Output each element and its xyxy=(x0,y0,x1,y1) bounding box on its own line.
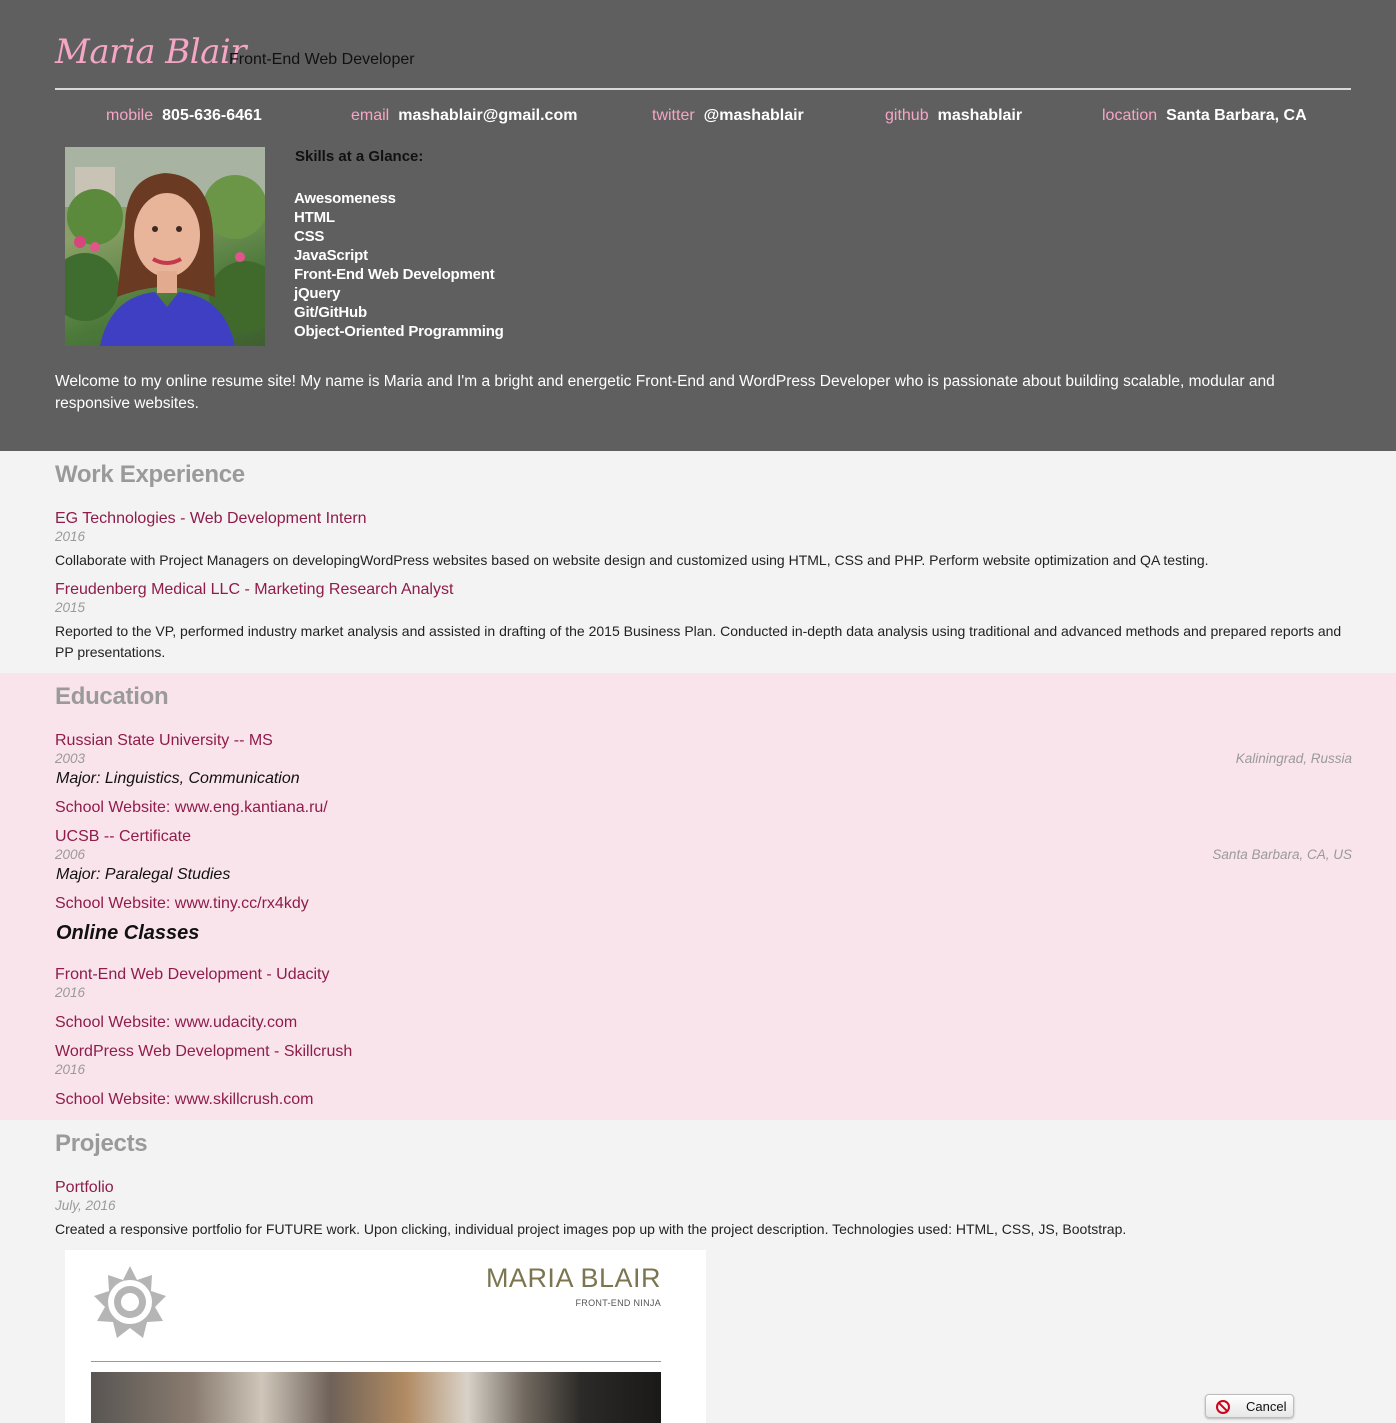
skill-item: Awesomeness xyxy=(294,190,396,207)
education-section-title: Education xyxy=(55,683,169,710)
sun-logo-icon xyxy=(94,1266,166,1338)
school-date: 2003 xyxy=(55,751,86,766)
project-image-brand: MARIA BLAIR xyxy=(485,1263,661,1293)
contact-email[interactable]: email mashablair@gmail.com xyxy=(351,107,577,125)
contact-label: location xyxy=(1102,107,1158,124)
school-date: 2006 xyxy=(55,847,86,862)
job-date: 2016 xyxy=(55,529,86,544)
project-screenshot[interactable]: MARIA BLAIR FRONT-END NINJA xyxy=(65,1250,706,1423)
skill-item: jQuery xyxy=(294,285,341,302)
contact-value: 805-636-6461 xyxy=(162,107,262,124)
welcome-message: Welcome to my online resume site! My nam… xyxy=(55,373,1275,412)
online-class-date: 2016 xyxy=(55,985,86,1000)
job-description: Reported to the VP, performed industry m… xyxy=(55,623,1342,660)
work-section-title: Work Experience xyxy=(55,461,245,488)
skill-item: Front-End Web Development xyxy=(294,266,495,283)
contact-value: @mashablair xyxy=(703,107,804,124)
contact-github[interactable]: github mashablair xyxy=(885,107,1022,125)
school-website-link[interactable]: School Website: www.eng.kantiana.ru/ xyxy=(55,799,328,817)
contact-twitter[interactable]: twitter @mashablair xyxy=(652,107,804,125)
contact-bar: mobile 805-636-6461 email mashablair@gmail… xyxy=(0,107,1396,131)
school-title[interactable]: Russian State University -- MS xyxy=(55,732,273,750)
project-title[interactable]: Portfolio xyxy=(55,1179,114,1197)
kittens-photo xyxy=(91,1372,661,1423)
online-class-title[interactable]: Front-End Web Development - Udacity xyxy=(55,966,329,984)
contact-value: mashablair@gmail.com xyxy=(398,107,578,124)
skill-item: HTML xyxy=(294,209,335,226)
online-class-date: 2016 xyxy=(55,1062,86,1077)
profile-photo xyxy=(65,147,265,346)
contact-location: location Santa Barbara, CA xyxy=(1102,107,1307,125)
project-description: Created a responsive portfolio for FUTUR… xyxy=(55,1221,1127,1237)
school-location: Santa Barbara, CA, US xyxy=(1212,847,1352,862)
project-date: July, 2016 xyxy=(55,1198,116,1213)
project-image-subtitle: FRONT-END NINJA xyxy=(575,1298,661,1308)
prohibited-icon xyxy=(1216,1400,1230,1414)
project-image-divider xyxy=(91,1361,661,1362)
skill-item: JavaScript xyxy=(294,247,368,264)
site-name: Maria Blair xyxy=(55,32,247,72)
online-class-website-link[interactable]: School Website: www.skillcrush.com xyxy=(55,1091,313,1109)
skill-item: Git/GitHub xyxy=(294,304,367,321)
job-title[interactable]: Freudenberg Medical LLC - Marketing Rese… xyxy=(55,581,453,599)
header: Maria Blair Front-End Web Developer mobi… xyxy=(0,0,1396,451)
role-title: Front-End Web Developer xyxy=(229,51,415,68)
school-major: Major: Paralegal Studies xyxy=(56,866,231,883)
contact-mobile[interactable]: mobile 805-636-6461 xyxy=(106,107,262,125)
cancel-label: Cancel xyxy=(1246,1399,1287,1414)
contact-value: mashablair xyxy=(937,107,1023,124)
contact-label: email xyxy=(351,107,390,124)
contact-value: Santa Barbara, CA xyxy=(1166,107,1307,124)
school-location: Kaliningrad, Russia xyxy=(1235,751,1352,766)
school-major: Major: Linguistics, Communication xyxy=(56,770,300,787)
projects-section-title: Projects xyxy=(55,1130,148,1157)
contact-label: github xyxy=(885,107,929,124)
profile-photo-art xyxy=(65,147,265,346)
job-title[interactable]: EG Technologies - Web Development Intern xyxy=(55,510,367,528)
job-date: 2015 xyxy=(55,600,86,615)
header-divider xyxy=(55,88,1351,90)
online-class-website-link[interactable]: School Website: www.udacity.com xyxy=(55,1014,297,1032)
skill-item: CSS xyxy=(294,228,325,245)
skills-list: Awesomeness HTML CSS JavaScript Front-En… xyxy=(294,189,504,341)
online-class-title[interactable]: WordPress Web Development - Skillcrush xyxy=(55,1043,352,1061)
contact-label: twitter xyxy=(652,107,695,124)
cancel-button[interactable]: Cancel xyxy=(1205,1394,1294,1418)
online-classes-title: Online Classes xyxy=(56,922,200,944)
contact-label: mobile xyxy=(106,107,154,124)
skill-item: Object-Oriented Programming xyxy=(294,323,504,340)
skills-title: Skills at a Glance: xyxy=(295,148,424,165)
school-website-link[interactable]: School Website: www.tiny.cc/rx4kdy xyxy=(55,895,309,913)
school-title[interactable]: UCSB -- Certificate xyxy=(55,828,191,846)
job-description: Collaborate with Project Managers on dev… xyxy=(55,552,1209,568)
